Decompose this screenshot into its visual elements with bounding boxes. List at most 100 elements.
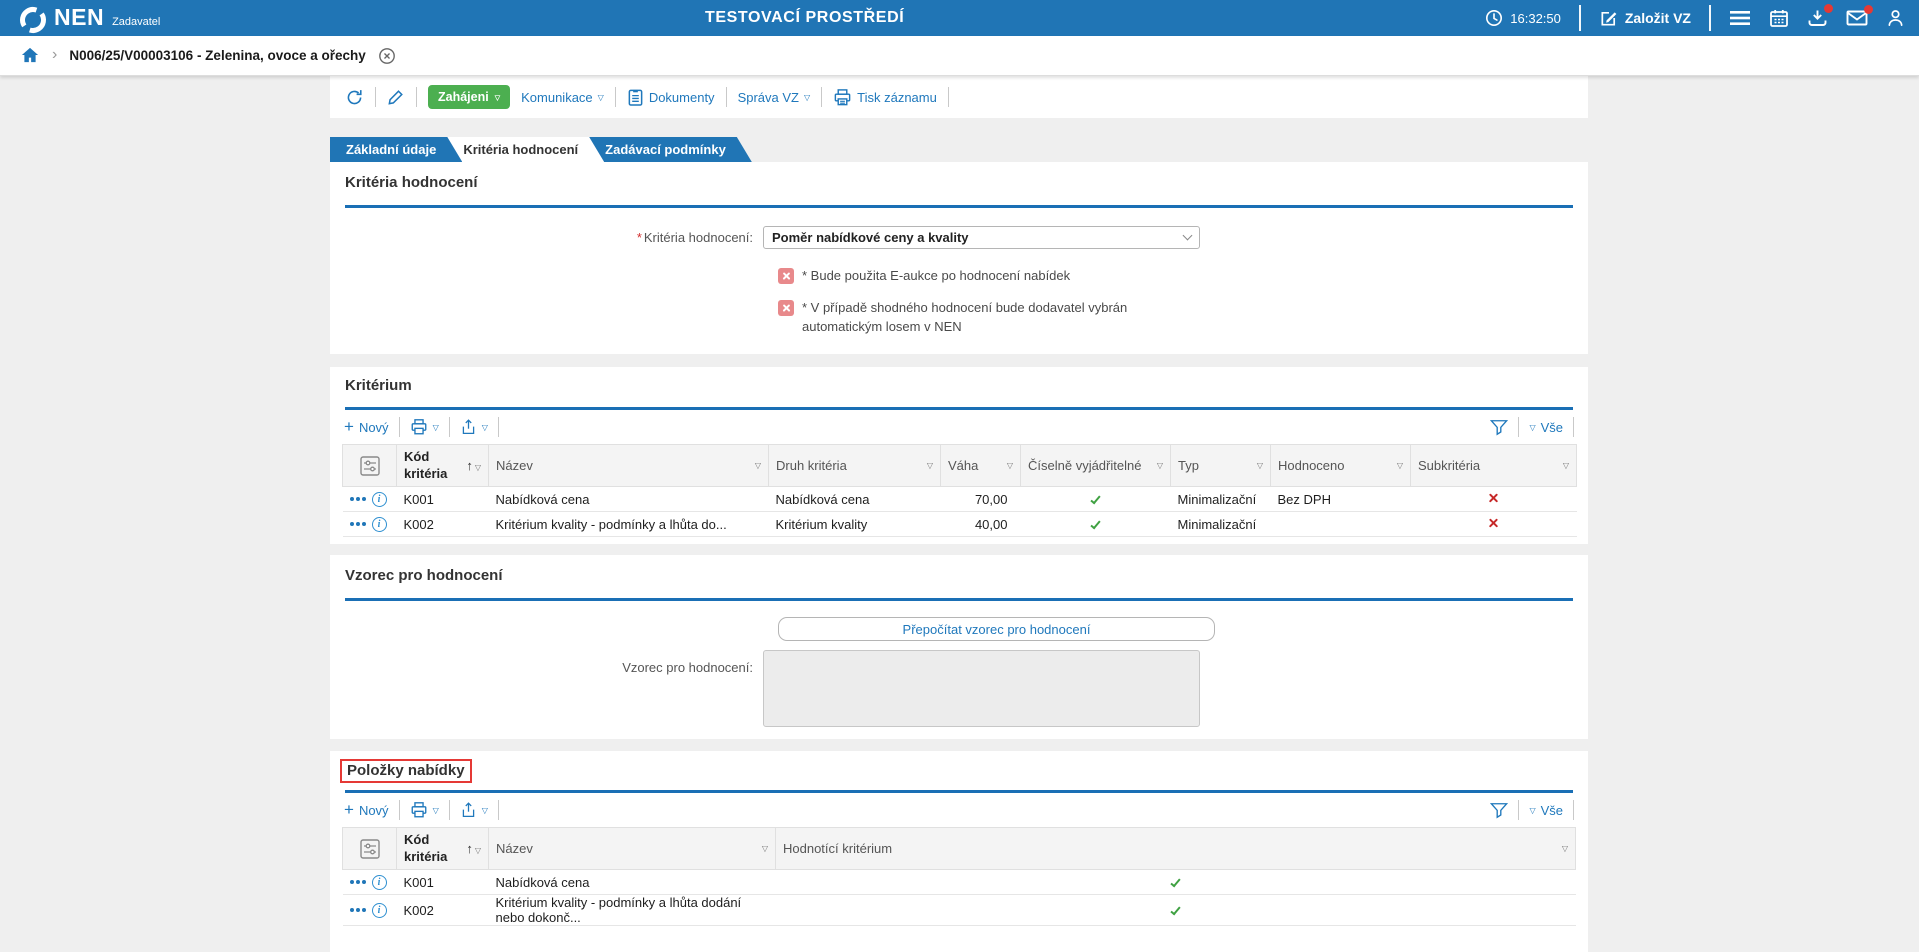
komunikace-menu[interactable]: Komunikace ▽: [521, 90, 604, 105]
app-logo[interactable]: NEN Zadavatel: [18, 2, 160, 35]
sort-asc-icon: ↑: [466, 841, 473, 856]
clock-time: 16:32:50: [1510, 11, 1561, 26]
row-actions-icon[interactable]: [350, 908, 366, 912]
new-button[interactable]: + Nový: [344, 420, 389, 435]
new-button[interactable]: + Nový: [344, 803, 389, 818]
filter-button[interactable]: [1490, 802, 1508, 819]
tab-zakladni-udaje[interactable]: Základní údaje: [330, 137, 462, 162]
view-all-label: Vše: [1541, 803, 1563, 818]
chevron-down-icon: ▽: [1529, 423, 1535, 432]
header-typ[interactable]: Typ▽: [1171, 445, 1271, 487]
user-button[interactable]: [1886, 8, 1905, 28]
toolbar-separator: [1573, 800, 1574, 820]
tisk-zaznamu-button[interactable]: Tisk záznamu: [833, 88, 937, 107]
kriteria-hodnoceni-select[interactable]: Poměr nabídkové ceny a kvality: [763, 226, 1200, 249]
header-subkriteria[interactable]: Subkritéria▽: [1411, 445, 1577, 487]
downloads-button[interactable]: [1807, 8, 1828, 28]
filter-button[interactable]: [1490, 419, 1508, 436]
chevron-down-icon: ▽: [495, 94, 500, 102]
row-actions-icon[interactable]: [350, 522, 366, 526]
cell-vaha: 40,00: [941, 512, 1021, 537]
column-settings-header[interactable]: [343, 828, 397, 870]
tab-label: Základní údaje: [346, 142, 436, 157]
chevron-down-icon: ▽: [804, 93, 810, 102]
print-grid-button[interactable]: ▽: [410, 418, 439, 436]
tab-zadavaci-podminky[interactable]: Zadávací podmínky: [589, 137, 752, 162]
dokumenty-button[interactable]: Dokumenty: [627, 88, 715, 107]
column-settings-header[interactable]: [343, 445, 397, 487]
cell-subkriteria: [1411, 512, 1577, 537]
breadcrumb-item[interactable]: N006/25/V00003106 - Zelenina, ovoce a oř…: [69, 48, 365, 63]
cell-nazev: Nabídková cena: [489, 870, 776, 895]
toolbar-separator: [498, 417, 499, 437]
close-record-icon[interactable]: [378, 47, 396, 65]
check-icon: [1170, 876, 1180, 887]
export-button[interactable]: ▽: [460, 418, 488, 436]
row-actions-icon[interactable]: [350, 880, 366, 884]
header-nazev[interactable]: Název▽: [489, 828, 776, 870]
menu-button[interactable]: [1729, 9, 1751, 27]
view-all-button[interactable]: ▽ Vše: [1529, 803, 1563, 818]
header-hodnotici-kriterium[interactable]: Hodnotící kritérium▽: [776, 828, 1576, 870]
create-vz-button[interactable]: Založit VZ: [1599, 9, 1691, 28]
plus-icon: +: [344, 803, 354, 817]
zahajeni-button[interactable]: Zahájeni ▽: [428, 85, 510, 109]
flag-label: * Bude použita E-aukce po hodnocení nabí…: [802, 267, 1070, 286]
toolbar-separator: [948, 87, 949, 107]
cell-hodnoceno: Bez DPH: [1271, 487, 1411, 512]
recalculate-formula-button[interactable]: Přepočítat vzorec pro hodnocení: [778, 617, 1215, 641]
polozky-table: Kód kritéria↑▽ Název▽ Hodnotící kritériu…: [342, 827, 1576, 926]
calendar-button[interactable]: [1769, 8, 1789, 28]
printer-icon: [833, 88, 852, 107]
header-vaha[interactable]: Váha▽: [941, 445, 1021, 487]
info-icon[interactable]: i: [372, 903, 387, 918]
flag-shodne-hodnoceni[interactable]: * V případě shodného hodnocení bude doda…: [778, 299, 1588, 337]
info-icon[interactable]: i: [372, 492, 387, 507]
vzorec-textarea[interactable]: [763, 650, 1200, 727]
tab-kriteria-hodnoceni[interactable]: Kritéria hodnocení: [447, 137, 604, 162]
info-icon[interactable]: i: [372, 875, 387, 890]
view-all-button[interactable]: ▽ Vše: [1529, 420, 1563, 435]
header-kod-kriteria[interactable]: Kód kritéria↑▽: [397, 445, 489, 487]
section-title: Vzorec pro hodnocení: [330, 567, 1588, 584]
messages-button[interactable]: [1846, 9, 1868, 27]
sprava-vz-menu[interactable]: Správa VZ ▽: [738, 90, 811, 105]
sort-asc-icon: ↑: [466, 458, 473, 473]
cell-druh: Nabídková cena: [769, 487, 941, 512]
header-hodnoceno[interactable]: Hodnoceno▽: [1271, 445, 1411, 487]
table-row[interactable]: i K001 Nabídková cena Nabídková cena 70,…: [343, 487, 1577, 512]
row-actions-icon[interactable]: [350, 497, 366, 501]
print-grid-button[interactable]: ▽: [410, 801, 439, 819]
header-nazev[interactable]: Název▽: [489, 445, 769, 487]
cell-hodnotici: [776, 895, 1576, 926]
red-x-checkbox-icon: [778, 268, 794, 284]
header-druh-kriteria[interactable]: Druh kritéria▽: [769, 445, 941, 487]
export-icon: [460, 801, 477, 819]
info-icon[interactable]: i: [372, 517, 387, 532]
check-icon: [1090, 518, 1100, 529]
komunikace-label: Komunikace: [521, 90, 593, 105]
notification-badge: [1864, 5, 1873, 14]
flag-eaukce[interactable]: * Bude použita E-aukce po hodnocení nabí…: [778, 267, 1588, 286]
section-polozky-nabidky: Položky nabídky + Nový ▽: [330, 751, 1588, 952]
filter-chevron-icon: ▽: [1397, 461, 1403, 470]
header-kod-kriteria[interactable]: Kód kritéria↑▽: [397, 828, 489, 870]
header-ciselne-vyjadritelne[interactable]: Číselně vyjádřitelné▽: [1021, 445, 1171, 487]
cell-kod: K002: [397, 512, 489, 537]
export-button[interactable]: ▽: [460, 801, 488, 819]
clock-widget: 16:32:50: [1485, 9, 1561, 27]
home-icon[interactable]: [20, 46, 40, 65]
selected-value: Poměr nabídkové ceny a kvality: [772, 230, 1184, 245]
create-vz-label: Založit VZ: [1625, 10, 1691, 26]
chevron-down-icon: ▽: [482, 423, 488, 432]
refresh-button[interactable]: [345, 88, 364, 107]
table-row[interactable]: i K001 Nabídková cena: [343, 870, 1576, 895]
edit-square-icon: [1599, 9, 1618, 28]
printer-icon: [410, 801, 428, 819]
edit-button[interactable]: [387, 88, 405, 106]
plus-icon: +: [344, 420, 354, 434]
filter-chevron-icon: ▽: [475, 846, 481, 855]
table-row[interactable]: i K002 Kritérium kvality - podmínky a lh…: [343, 512, 1577, 537]
check-icon: [1090, 493, 1100, 504]
table-row[interactable]: i K002 Kritérium kvality - podmínky a lh…: [343, 895, 1576, 926]
